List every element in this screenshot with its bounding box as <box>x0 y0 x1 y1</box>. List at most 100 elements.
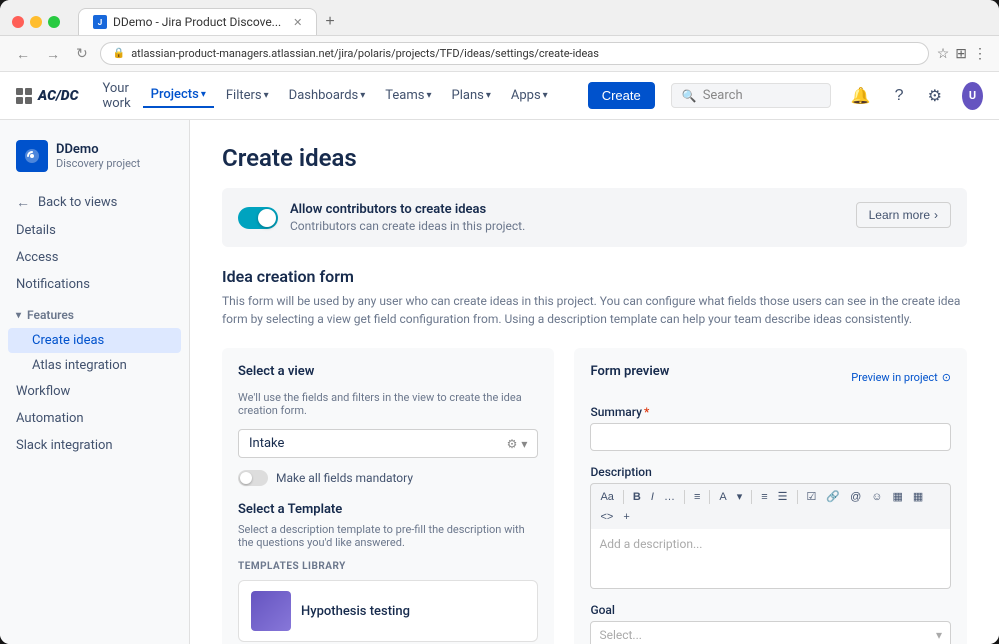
help-icon[interactable]: ? <box>891 83 908 109</box>
plans-chevron-icon: ▾ <box>486 90 491 101</box>
mention-btn[interactable]: @ <box>847 489 864 505</box>
sidebar: DDemo Discovery project ← Back to views … <box>0 120 190 644</box>
summary-input[interactable] <box>590 423 951 451</box>
create-button[interactable]: Create <box>588 82 655 109</box>
table-btn[interactable]: ▦ <box>890 488 906 505</box>
contributors-toggle[interactable] <box>238 207 278 229</box>
nav-dashboards[interactable]: Dashboards ▾ <box>281 84 374 107</box>
sidebar-item-slack[interactable]: Slack integration <box>0 432 189 459</box>
settings-gear-icon: ⚙ <box>507 437 518 451</box>
two-col-layout: Select a view We'll use the fields and f… <box>222 348 967 644</box>
sidebar-item-notifications[interactable]: Notifications <box>0 271 189 298</box>
nav-plans[interactable]: Plans ▾ <box>444 84 499 107</box>
notifications-label: Notifications <box>16 277 90 292</box>
description-input[interactable]: Add a description... <box>590 529 951 589</box>
required-asterisk: * <box>644 405 649 419</box>
learn-more-button[interactable]: Learn more › <box>856 202 951 228</box>
goal-select-dropdown[interactable]: Select... ▾ <box>590 621 951 644</box>
app-container: AC/DC Your work Projects ▾ Filters ▾ Das… <box>0 72 999 644</box>
code-btn[interactable]: <> <box>597 509 616 525</box>
template-card[interactable]: Hypothesis testing <box>238 580 538 642</box>
text-style-btn[interactable]: Aa <box>597 489 616 505</box>
info-banner-left: Allow contributors to create ideas Contr… <box>238 202 525 233</box>
address-bar[interactable]: 🔒 atlassian-product-managers.atlassian.n… <box>100 42 929 65</box>
bold-btn[interactable]: B <box>630 489 644 505</box>
nav-filters[interactable]: Filters ▾ <box>218 84 277 107</box>
sidebar-item-access[interactable]: Access <box>0 244 189 271</box>
bullet-list-btn[interactable]: ≡ <box>758 489 770 505</box>
nav-teams[interactable]: Teams ▾ <box>377 84 439 107</box>
more-btn[interactable]: … <box>661 489 678 505</box>
user-avatar[interactable]: U <box>962 82 983 110</box>
form-section-title: Idea creation form <box>222 267 967 286</box>
view-dropdown[interactable]: Intake ⚙ ▾ <box>238 429 538 458</box>
select-view-desc: We'll use the fields and filters in the … <box>238 391 538 417</box>
template-thumbnail <box>251 591 291 631</box>
new-tab-button[interactable]: + <box>317 8 342 35</box>
nav-links: Your work Projects ▾ Filters ▾ Dashboard… <box>94 77 555 115</box>
preview-header: Form preview Preview in project ⊙ <box>590 364 951 391</box>
text-color-chevron[interactable]: ▾ <box>734 488 746 505</box>
maximize-button[interactable] <box>48 16 60 28</box>
features-section-header[interactable]: ▾ Features <box>0 302 189 328</box>
browser-nav: ← → ↻ 🔒 atlassian-product-managers.atlas… <box>0 36 999 72</box>
project-type: Discovery project <box>56 157 140 170</box>
description-field: Description Aa B I … ≡ <box>590 465 951 589</box>
active-tab[interactable]: J DDemo - Jira Product Discove... ✕ <box>78 8 317 35</box>
extensions-icon[interactable]: ⊞ <box>955 45 967 62</box>
nav-projects[interactable]: Projects ▾ <box>143 83 214 108</box>
insert-btn[interactable]: + <box>620 509 632 525</box>
template-info: Hypothesis testing <box>301 604 410 619</box>
project-info: DDemo Discovery project <box>56 142 140 170</box>
projects-chevron-icon: ▾ <box>201 89 206 100</box>
text-color-btn[interactable]: A <box>716 489 729 505</box>
notifications-icon[interactable]: 🔔 <box>847 82 875 110</box>
goal-chevron-icon: ▾ <box>936 628 942 642</box>
emoji-btn[interactable]: ☺ <box>868 489 885 505</box>
settings-icon[interactable]: ⚙ <box>924 82 946 110</box>
nav-search-bar[interactable]: 🔍 Search <box>671 83 831 108</box>
logo-text: AC/DC <box>38 88 78 104</box>
view-dropdown-value: Intake <box>249 436 284 451</box>
align-btn[interactable]: ≡ <box>691 489 703 505</box>
sidebar-sub-atlas-integration[interactable]: Atlas integration <box>0 353 189 378</box>
reload-button[interactable]: ↻ <box>72 43 92 64</box>
toolbar-separator-3 <box>709 490 710 504</box>
sidebar-back-to-views[interactable]: ← Back to views <box>0 188 189 217</box>
description-toolbar: Aa B I … ≡ A ▾ ≡ <box>590 483 951 529</box>
templates-library-label: TEMPLATES LIBRARY <box>238 561 538 572</box>
checkbox-btn[interactable]: ☑ <box>804 488 820 505</box>
back-button[interactable]: ← <box>12 44 34 64</box>
close-button[interactable] <box>12 16 24 28</box>
filters-chevron-icon: ▾ <box>264 90 269 101</box>
form-config-col: Select a view We'll use the fields and f… <box>222 348 554 644</box>
image-btn[interactable]: ▦ <box>910 488 926 505</box>
sidebar-item-workflow[interactable]: Workflow <box>0 378 189 405</box>
preview-in-project-link[interactable]: Preview in project ⊙ <box>851 371 951 384</box>
sidebar-item-automation[interactable]: Automation <box>0 405 189 432</box>
search-icon: 🔍 <box>682 89 697 103</box>
nav-your-work[interactable]: Your work <box>94 77 138 115</box>
search-placeholder: Search <box>703 88 743 103</box>
features-label: Features <box>27 308 74 322</box>
sidebar-sub-create-ideas[interactable]: Create ideas <box>8 328 181 353</box>
goal-placeholder: Select... <box>599 628 641 642</box>
italic-btn[interactable]: I <box>648 489 657 505</box>
bookmark-icon[interactable]: ☆ <box>937 45 950 62</box>
sidebar-item-details[interactable]: Details <box>0 217 189 244</box>
minimize-button[interactable] <box>30 16 42 28</box>
menu-icon[interactable]: ⋮ <box>973 45 987 62</box>
app-grid-icon <box>16 88 32 104</box>
nav-apps[interactable]: Apps ▾ <box>503 84 556 107</box>
tab-title: DDemo - Jira Product Discove... <box>113 15 281 29</box>
form-preview-col: Form preview Preview in project ⊙ Summar… <box>574 348 967 644</box>
link-btn[interactable]: 🔗 <box>823 488 843 505</box>
numbered-list-btn[interactable]: ☰ <box>775 488 791 505</box>
forward-button[interactable]: → <box>42 44 64 64</box>
summary-label: Summary * <box>590 405 951 419</box>
mandatory-toggle-switch[interactable] <box>238 470 268 486</box>
teams-chevron-icon: ▾ <box>426 90 431 101</box>
details-label: Details <box>16 223 56 238</box>
template-name: Hypothesis testing <box>301 604 410 619</box>
tab-close-icon[interactable]: ✕ <box>293 16 302 29</box>
